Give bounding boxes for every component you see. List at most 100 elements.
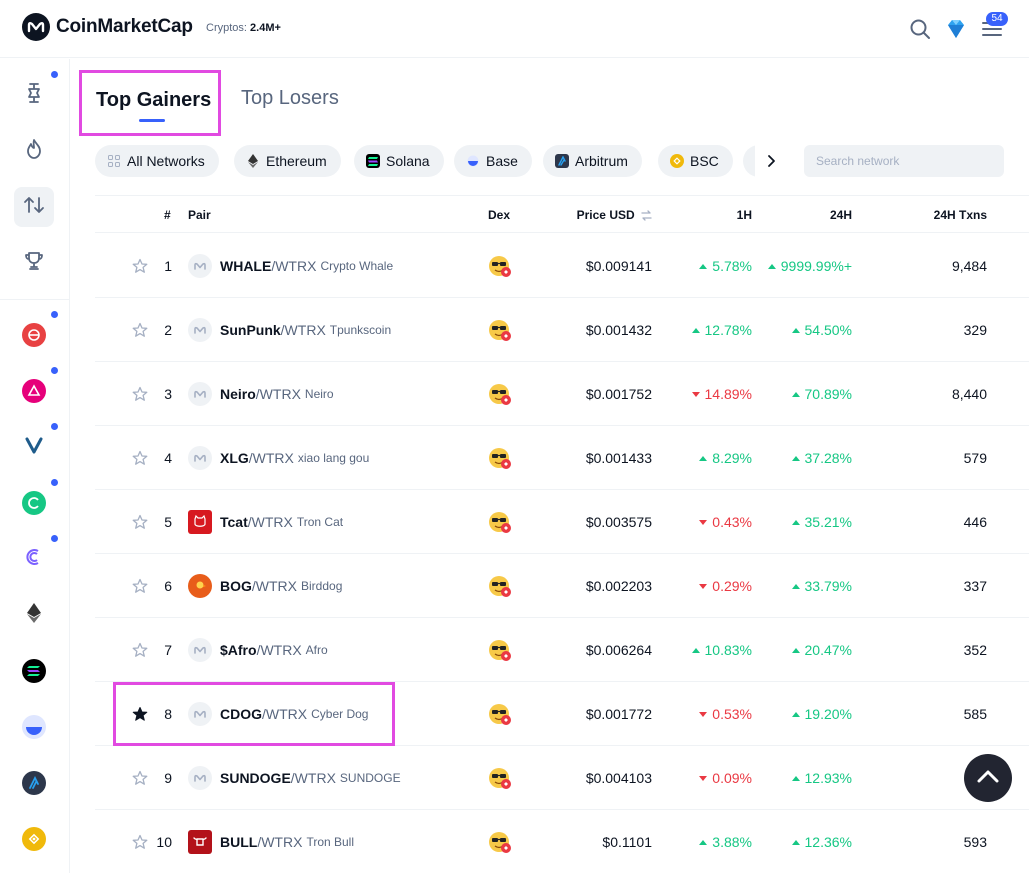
pair-quote: /WTRX (256, 642, 302, 658)
pair-cell[interactable]: XLG/WTRX xiao lang gou (188, 445, 369, 471)
pair-quote: /WTRX (255, 386, 301, 402)
sidebar-chain-5[interactable] (14, 535, 58, 579)
rank-cell: 4 (164, 450, 172, 466)
pair-cell[interactable]: CDOG/WTRX Cyber Dog (188, 701, 368, 727)
change-1h-value: 3.88% (712, 834, 752, 850)
col-24h[interactable]: 24H (830, 208, 852, 222)
sidebar-chain-ethereum[interactable] (14, 595, 54, 635)
network-all[interactable]: All Networks (95, 145, 219, 177)
pair-cell[interactable]: $Afro/WTRX Afro (188, 637, 328, 663)
sidebar-item-trending[interactable] (14, 131, 54, 171)
sunswap-dex-icon[interactable] (488, 446, 512, 470)
change-1h-cell: 3.88% (699, 834, 752, 850)
sidebar-chain-1[interactable] (14, 311, 58, 355)
caret-down-icon (699, 584, 708, 589)
new-indicator-dot (51, 71, 58, 78)
pair-cell[interactable]: SUNDOGE/WTRX SUNDOGE (188, 765, 401, 791)
sunswap-dex-icon[interactable] (488, 382, 512, 406)
table-row[interactable]: 4 XLG/WTRX xiao lang gou $0.001433 8.29% 37.2… (95, 426, 1029, 490)
change-24h-value: 9999.99%+ (780, 258, 852, 274)
network-ethereum[interactable]: Ethereum (234, 145, 341, 177)
table-row[interactable]: 1 WHALE/WTRX Crypto Whale $0.009141 5.78% 999… (95, 234, 1029, 298)
sunswap-dex-icon[interactable] (488, 510, 512, 534)
price-cell: $0.001752 (585, 386, 652, 402)
network-base[interactable]: Base (454, 145, 532, 177)
change-1h-cell: 12.78% (691, 322, 752, 338)
price-cell: $0.001433 (585, 450, 652, 466)
scroll-to-top-button[interactable] (964, 754, 1012, 802)
table-row[interactable]: 8 CDOG/WTRX Cyber Dog $0.001772 0.53% 19.20% 5… (95, 682, 1029, 746)
network-arbitrum[interactable]: Arbitrum (543, 145, 642, 177)
sidebar-chain-bsc[interactable] (14, 819, 54, 859)
sidebar-chain-3[interactable] (14, 423, 58, 467)
coinmarketcap-logo-icon (22, 13, 50, 41)
change-1h-value: 0.09% (712, 770, 752, 786)
sunswap-dex-icon[interactable] (488, 638, 512, 662)
chain-v-icon (24, 435, 44, 460)
sidebar-item-leaderboard[interactable] (14, 243, 54, 283)
txns-cell: 593 (963, 834, 987, 850)
caret-down-icon (699, 520, 708, 525)
pair-cell[interactable]: Neiro/WTRX Neiro (188, 381, 334, 407)
col-price[interactable]: Price USD (577, 208, 652, 224)
caret-down-icon (699, 776, 708, 781)
network-more-pill[interactable] (743, 145, 755, 177)
swap-icon[interactable] (641, 210, 652, 224)
pair-cell[interactable]: BULL/WTRX Tron Bull (188, 829, 354, 855)
token-name: SUNDOGE (339, 771, 401, 785)
table-row[interactable]: 7 $Afro/WTRX Afro $0.006264 10.83% 20.47% 352 (95, 618, 1029, 682)
sidebar-chain-4[interactable] (14, 479, 58, 523)
table-header: # Pair Dex Price USD 1H 24H 24H Txns (95, 195, 1029, 233)
diamond-icon[interactable] (944, 17, 968, 41)
sidebar-item-new-pairs[interactable] (14, 71, 58, 115)
sunswap-dex-icon[interactable] (488, 574, 512, 598)
table-row[interactable]: 2 SunPunk/WTRX Tpunkscoin $0.001432 12.78% 54… (95, 298, 1029, 362)
rank-cell: 10 (156, 834, 172, 850)
table-row[interactable]: 5 Tcat/WTRX Tron Cat $0.003575 0.43% 35.21% 44… (95, 490, 1029, 554)
pair-cell[interactable]: SunPunk/WTRX Tpunkscoin (188, 317, 391, 343)
logo[interactable]: CoinMarketCap (22, 13, 193, 41)
change-24h-cell: 20.47% (791, 642, 852, 658)
col-dex[interactable]: Dex (488, 208, 510, 222)
change-24h-cell: 54.50% (791, 322, 852, 338)
sidebar-item-gainers-losers[interactable] (14, 187, 54, 227)
pair-cell[interactable]: Tcat/WTRX Tron Cat (188, 509, 343, 535)
caret-up-icon (791, 776, 800, 781)
change-24h-value: 70.89% (804, 386, 852, 402)
trophy-icon (24, 250, 44, 277)
col-1h[interactable]: 1H (737, 208, 752, 222)
sunswap-dex-icon[interactable] (488, 318, 512, 342)
change-1h-value: 8.29% (712, 450, 752, 466)
search-icon[interactable] (908, 17, 932, 41)
table-row[interactable]: 10 BULL/WTRX Tron Bull $0.1101 3.88% 12.36% 59… (95, 810, 1029, 873)
table-row[interactable]: 3 Neiro/WTRX Neiro $0.001752 14.89% 70.89% 8,4… (95, 362, 1029, 426)
solana-icon (22, 659, 46, 683)
table-row[interactable]: 9 SUNDOGE/WTRX SUNDOGE $0.004103 0.09% 12.93%… (95, 746, 1029, 810)
search-network-input[interactable] (804, 145, 1004, 177)
change-1h-cell: 10.83% (691, 642, 752, 658)
price-cell: $0.001432 (585, 322, 652, 338)
sunswap-dex-icon[interactable] (488, 254, 512, 278)
pair-cell[interactable]: BOG/WTRX Birddog (188, 573, 342, 599)
network-bsc[interactable]: BSC (658, 145, 733, 177)
sunswap-dex-icon[interactable] (488, 830, 512, 854)
sidebar-chain-2[interactable] (14, 367, 58, 411)
sunswap-dex-icon[interactable] (488, 766, 512, 790)
col-pair[interactable]: Pair (188, 208, 211, 222)
table-row[interactable]: 6 BOG/WTRX Birddog $0.002203 0.29% 33.79% 337 (95, 554, 1029, 618)
network-ethereum-label: Ethereum (266, 153, 327, 169)
sidebar-chain-base[interactable] (14, 707, 54, 747)
tab-top-losers[interactable]: Top Losers (241, 87, 339, 110)
sidebar-chain-solana[interactable] (14, 651, 54, 691)
network-solana[interactable]: Solana (354, 145, 444, 177)
col-price-label: Price USD (576, 208, 635, 222)
tab-top-gainers[interactable]: Top Gainers (79, 70, 221, 136)
change-1h-cell: 0.43% (699, 514, 752, 530)
chevron-right-icon[interactable] (755, 145, 787, 177)
col-rank[interactable]: # (164, 208, 171, 222)
pair-cell[interactable]: WHALE/WTRX Crypto Whale (188, 253, 393, 279)
sunswap-dex-icon[interactable] (488, 702, 512, 726)
caret-up-icon (791, 712, 800, 717)
col-24h-txns[interactable]: 24H Txns (934, 208, 987, 222)
sidebar-chain-arbitrum[interactable] (14, 763, 54, 803)
